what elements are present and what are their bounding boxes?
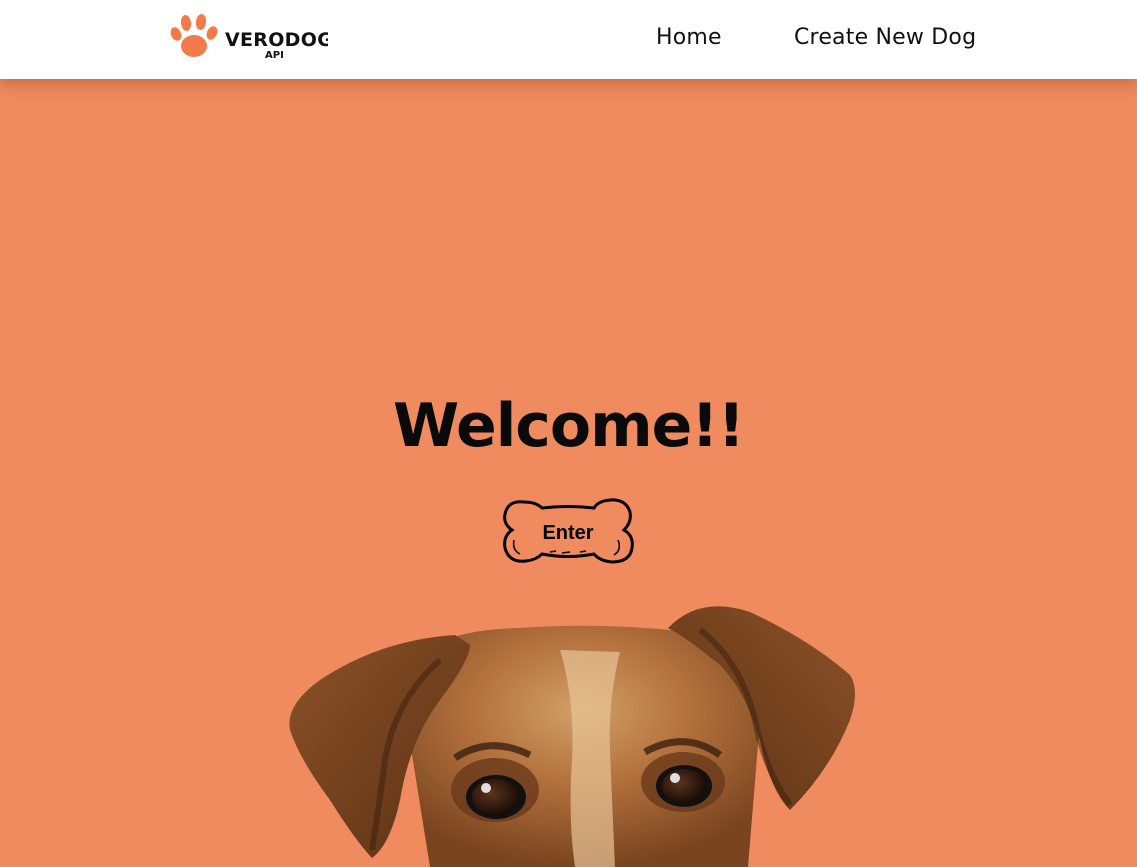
logo-title: VERODOGS (225, 29, 328, 51)
enter-button-label: Enter (542, 522, 594, 544)
enter-button[interactable]: Enter (500, 496, 636, 570)
logo-link[interactable]: VERODOGS API (168, 12, 347, 64)
logo-subtitle: API (265, 50, 284, 61)
paw-icon: VERODOGS API (170, 14, 347, 61)
nav-home-link[interactable]: Home (656, 24, 722, 52)
navbar: VERODOGS API Home Create New Dog (0, 0, 1137, 79)
welcome-heading: Welcome!! (392, 391, 745, 461)
nav-create-new-dog-link[interactable]: Create New Dog (794, 24, 976, 52)
landing-page: VERODOGS API Home Create New Dog (0, 0, 1137, 867)
